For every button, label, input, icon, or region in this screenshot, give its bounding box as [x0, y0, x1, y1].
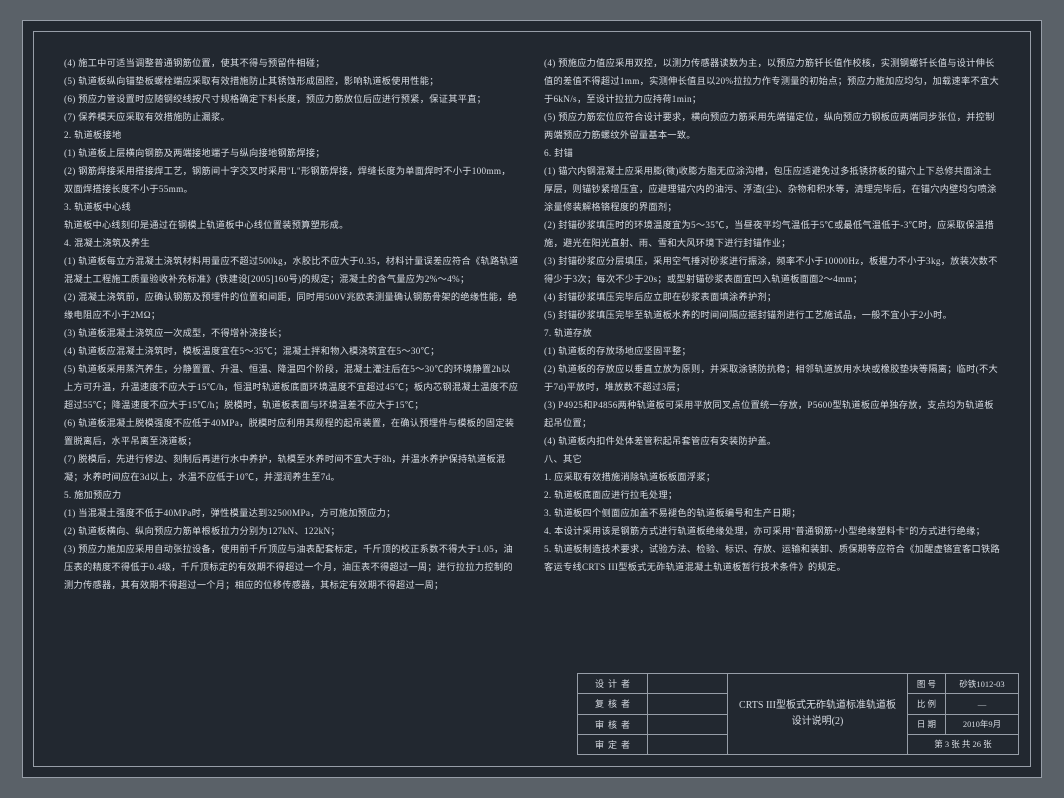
inner-frame: (4) 施工中可适当调整普通钢筋位置，使其不得与预留件相碰；(5) 轨道板纵向锚… [33, 31, 1031, 767]
drawing-no: 砂铁1012-03 [946, 674, 1018, 693]
designer-label: 设计者 [578, 674, 648, 693]
text-line: (7) 脱模后，先进行修边、刻制后再进行水中养护，轨模至水养时间不宜大于8h，并… [64, 450, 520, 486]
text-line: (6) 轨道板混凝土脱模强度不应低于40MPa，脱模时应利用其规程的起吊装置，在… [64, 414, 520, 450]
text-line: (2) 轨道板的存放应以垂直立放为原则，并采取涂锈防抗稳；相邻轨道放用水块或橡胶… [544, 360, 1000, 396]
text-line: (7) 保养模天应采取有效措施防止漏浆。 [64, 108, 520, 126]
text-line: (2) 钢筋焊接采用搭接焊工艺，钢筋间十字交叉时采用"L"形钢筋焊接，焊缝长度为… [64, 162, 520, 198]
text-line: (4) 封锚砂浆填压完毕后应立即在砂浆表面填涂养护剂； [544, 288, 1000, 306]
text-line: (5) 轨道板采用蒸汽养生，分静置置、升温、恒温、降温四个阶段，混凝土灌注后在5… [64, 360, 520, 414]
text-line: (5) 预应力筋宏位应符合设计要求，横向预应力筋采用先端锚定位，纵向预应力钢板应… [544, 108, 1000, 144]
title-block-meta: 图 号 砂铁1012-03 比 例 — 日 期 2010年9月 第 3 张 共 … [908, 674, 1018, 754]
reviewer-label: 复核者 [578, 694, 648, 713]
text-line: (1) 当混凝土强度不低于40MPa时，弹性模量达到32500MPa，方可施加预… [64, 504, 520, 522]
scale-label: 比 例 [908, 694, 946, 713]
text-line: (5) 轨道板纵向锚垫板螺栓端应采取有效措施防止其锈蚀形成固腔，影响轨道板使用性… [64, 72, 520, 90]
text-line: 3. 轨道板四个侧面应加盖不易褪色的轨道板编号和生产日期； [544, 504, 1000, 522]
text-line: (4) 轨道板应混凝土浇筑时，模板温度宜在5～35℃；混凝土拌和物入模浇筑宜在5… [64, 342, 520, 360]
checker-label: 审核者 [578, 715, 648, 734]
text-line: 1. 应采取有效措施消除轨道板板面浮浆； [544, 468, 1000, 486]
text-line: 2. 轨道板底面应进行拉毛处理； [544, 486, 1000, 504]
title-block-signatures: 设计者 复核者 审核者 审定者 [578, 674, 728, 754]
text-line: (3) 轨道板混凝土浇筑应一次成型，不得增补浇接长； [64, 324, 520, 342]
text-line: 5. 施加预应力 [64, 486, 520, 504]
text-line: (2) 轨道板横向、纵向预应力筋单根板拉力分别为127kN、122kN； [64, 522, 520, 540]
text-line: (3) 封锚砂浆应分层填压，采用空气捶对砂浆进行振涂，频率不小于10000Hz，… [544, 252, 1000, 288]
text-line: (3) 预应力施加应采用自动张拉设备，使用前千斤顶应与油表配套标定，千斤顶的校正… [64, 540, 520, 594]
text-line: 2. 轨道板接地 [64, 126, 520, 144]
drawing-title: CRTS III型板式无砟轨道标准轨道板 设计说明(2) [728, 674, 908, 754]
text-line: (4) 预施应力值应采用双控，以测力传感器读数为主，以预应力筋钎长值作校核，实测… [544, 54, 1000, 108]
date-value: 2010年9月 [946, 715, 1018, 734]
text-line: (1) 轨道板每立方混凝土浇筑材料用量应不超过500kg，水胶比不应大于0.35… [64, 252, 520, 288]
text-line: (1) 锚穴内钢混凝土应采用膨(微)收膨方脂无应涂沟槽，包压应适避免过多抵锈挤板… [544, 162, 1000, 216]
scale-value: — [946, 694, 1018, 713]
text-line: 4. 混凝土浇筑及养生 [64, 234, 520, 252]
drawing-no-label: 图 号 [908, 674, 946, 693]
text-line: (4) 轨道板内扣件处体差管积起吊套管应有安装防护盖。 [544, 432, 1000, 450]
text-line: 6. 封锚 [544, 144, 1000, 162]
text-line: (2) 封锚砂浆填压时的环境温度宜为5～35℃，当昼夜平均气温低于5℃或最低气温… [544, 216, 1000, 252]
approver-value [648, 735, 727, 754]
left-column: (4) 施工中可适当调整普通钢筋位置，使其不得与预留件相碰；(5) 轨道板纵向锚… [64, 54, 520, 646]
text-line: (2) 混凝土浇筑前，应确认钢筋及预埋件的位置和间距，同时用500V兆欧表测量确… [64, 288, 520, 324]
title-block: 设计者 复核者 审核者 审定者 CRTS III型板式无砟轨道标准轨道板 设计说… [577, 673, 1019, 755]
text-line: 八、其它 [544, 450, 1000, 468]
reviewer-value [648, 694, 727, 713]
drawing-sheet: (4) 施工中可适当调整普通钢筋位置，使其不得与预留件相碰；(5) 轨道板纵向锚… [22, 20, 1042, 778]
text-line: 3. 轨道板中心线 [64, 198, 520, 216]
text-line: (1) 轨道板上层横向钢筋及两端接地端子与纵向接地钢筋焊接； [64, 144, 520, 162]
designer-value [648, 674, 727, 693]
text-line: 5. 轨道板制造技术要求，试验方法、检验、标识、存放、运输和装卸、质保期等应符合… [544, 540, 1000, 576]
text-line: (1) 轨道板的存放场地应坚固平整； [544, 342, 1000, 360]
date-label: 日 期 [908, 715, 946, 734]
text-content: (4) 施工中可适当调整普通钢筋位置，使其不得与预留件相碰；(5) 轨道板纵向锚… [64, 54, 1000, 646]
text-line: (5) 封锚砂浆填压完毕至轨道板水养的时间间隔应据封锚剂进行工艺施试品，一般不宜… [544, 306, 1000, 324]
approver-label: 审定者 [578, 735, 648, 754]
sheet-number: 第 3 张 共 26 张 [908, 735, 1018, 754]
right-column: (4) 预施应力值应采用双控，以测力传感器读数为主，以预应力筋钎长值作校核，实测… [544, 54, 1000, 646]
checker-value [648, 715, 727, 734]
text-line: 7. 轨道存放 [544, 324, 1000, 342]
text-line: 4. 本设计采用该是钢筋方式进行轨道板绝缘处理，亦可采用"普通钢筋+小型绝缘塑料… [544, 522, 1000, 540]
text-line: (4) 施工中可适当调整普通钢筋位置，使其不得与预留件相碰； [64, 54, 520, 72]
text-line: (6) 预应力管设置时应随钢绞线按尺寸规格确定下料长度，预应力筋放位后应进行预紧… [64, 90, 520, 108]
text-line: 轨道板中心线刻印是通过在钢模上轨道板中心线位置装预算塑形成。 [64, 216, 520, 234]
text-line: (3) P4925和P4856两种轨道板可采用平放同叉点位置统一存放，P5600… [544, 396, 1000, 432]
